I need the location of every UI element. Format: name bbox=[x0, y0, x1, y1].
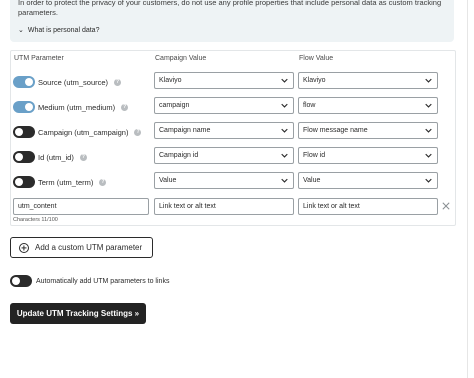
term-label: Term (utm_term) bbox=[38, 177, 94, 187]
select-value: Klaviyo bbox=[159, 77, 182, 84]
toggle-knob bbox=[15, 128, 23, 136]
utm-row-label: Id (utm_id) ? bbox=[13, 147, 87, 167]
custom-param-input[interactable]: utm_content bbox=[13, 198, 149, 215]
utm-row-medium: Medium (utm_medium) ? campaign flow bbox=[10, 97, 456, 119]
toggle-knob bbox=[15, 153, 23, 161]
chevron-down-icon bbox=[281, 78, 288, 83]
custom-campaign-input[interactable]: Link text or alt text bbox=[154, 198, 294, 215]
utm-row-label: Medium (utm_medium) ? bbox=[13, 97, 129, 117]
privacy-notice-text: In order to protect the privacy of your … bbox=[18, 0, 442, 17]
help-icon[interactable]: ? bbox=[134, 128, 142, 136]
select-value: flow bbox=[303, 102, 316, 109]
chevron-down-icon bbox=[425, 128, 432, 133]
update-utm-settings-button[interactable]: Update UTM Tracking Settings » bbox=[10, 303, 146, 324]
select-value: Klaviyo bbox=[303, 77, 326, 84]
term-flow-select[interactable]: Value bbox=[298, 172, 438, 189]
source-toggle[interactable] bbox=[13, 76, 35, 88]
chevron-down-icon: ⌄ bbox=[18, 27, 24, 34]
term-campaign-select[interactable]: Value bbox=[154, 172, 294, 189]
privacy-notice: In order to protect the privacy of your … bbox=[10, 0, 454, 42]
select-value: Value bbox=[303, 177, 321, 184]
utm-row-id: Id (utm_id) ? Campaign id Flow id bbox=[10, 147, 456, 169]
utm-row-custom: utm_content Characters 11/100 Link text … bbox=[10, 198, 456, 226]
toggle-knob bbox=[12, 277, 20, 285]
personal-data-disclosure[interactable]: ⌄ What is personal data? bbox=[18, 26, 446, 35]
auto-add-utm-label: Automatically add UTM parameters to link… bbox=[36, 277, 170, 285]
select-value: Value bbox=[159, 177, 177, 184]
term-toggle[interactable] bbox=[13, 176, 35, 188]
medium-label: Medium (utm_medium) bbox=[38, 102, 116, 112]
utm-row-term: Term (utm_term) ? Value Value bbox=[10, 172, 456, 194]
chevron-down-icon bbox=[425, 178, 432, 183]
auto-add-utm-toggle[interactable] bbox=[10, 275, 32, 287]
help-icon[interactable]: ? bbox=[79, 153, 87, 161]
utm-row-label: Campaign (utm_campaign) ? bbox=[13, 122, 142, 142]
help-icon[interactable]: ? bbox=[114, 78, 122, 86]
campaign-campaign-select[interactable]: Campaign name bbox=[154, 122, 294, 139]
toggle-knob bbox=[15, 178, 23, 186]
chevron-down-icon bbox=[281, 178, 288, 183]
chevron-down-icon bbox=[425, 153, 432, 158]
select-value: Flow message name bbox=[303, 127, 368, 134]
select-value: Campaign name bbox=[159, 127, 211, 134]
column-header-flow-value: Flow Value bbox=[299, 55, 334, 62]
toggle-knob bbox=[25, 103, 33, 111]
auto-add-utm-setting: Automatically add UTM parameters to link… bbox=[10, 275, 169, 287]
chevron-down-icon bbox=[281, 153, 288, 158]
plus-circle-icon bbox=[19, 242, 29, 253]
campaign-label: Campaign (utm_campaign) bbox=[38, 127, 129, 137]
select-value: Flow id bbox=[303, 152, 326, 159]
chevron-down-icon bbox=[425, 78, 432, 83]
id-campaign-select[interactable]: Campaign id bbox=[154, 147, 294, 164]
campaign-toggle[interactable] bbox=[13, 126, 35, 138]
divider bbox=[467, 0, 468, 378]
medium-toggle[interactable] bbox=[13, 101, 35, 113]
id-label: Id (utm_id) bbox=[38, 152, 74, 162]
utm-row-label: Source (utm_source) ? bbox=[13, 72, 122, 92]
add-custom-utm-label: Add a custom UTM parameter bbox=[35, 243, 143, 252]
personal-data-disclosure-label: What is personal data? bbox=[27, 26, 100, 34]
medium-campaign-select[interactable]: campaign bbox=[154, 97, 294, 114]
utm-row-label: Term (utm_term) ? bbox=[13, 172, 107, 192]
id-toggle[interactable] bbox=[13, 151, 35, 163]
add-custom-utm-button[interactable]: Add a custom UTM parameter bbox=[10, 237, 153, 258]
custom-flow-input[interactable]: Link text or alt text bbox=[298, 198, 438, 215]
chevron-down-icon bbox=[281, 128, 288, 133]
utm-row-source: Source (utm_source) ? Klaviyo Klaviyo bbox=[10, 72, 456, 94]
source-campaign-select[interactable]: Klaviyo bbox=[154, 72, 294, 89]
help-icon[interactable]: ? bbox=[121, 103, 129, 111]
chevron-down-icon bbox=[281, 103, 288, 108]
column-header-utm-parameter: UTM Parameter bbox=[14, 55, 64, 62]
source-label: Source (utm_source) bbox=[38, 77, 109, 87]
close-icon[interactable] bbox=[442, 202, 450, 210]
select-value: campaign bbox=[159, 102, 190, 109]
campaign-flow-select[interactable]: Flow message name bbox=[298, 122, 438, 139]
id-flow-select[interactable]: Flow id bbox=[298, 147, 438, 164]
source-flow-select[interactable]: Klaviyo bbox=[298, 72, 438, 89]
column-header-campaign-value: Campaign Value bbox=[155, 55, 207, 62]
select-value: Campaign id bbox=[159, 152, 199, 159]
chevron-down-icon bbox=[425, 103, 432, 108]
toggle-knob bbox=[25, 78, 33, 86]
help-icon[interactable]: ? bbox=[99, 178, 107, 186]
character-count: Characters 11/100 bbox=[13, 217, 58, 223]
utm-row-campaign: Campaign (utm_campaign) ? Campaign name … bbox=[10, 122, 456, 144]
medium-flow-select[interactable]: flow bbox=[298, 97, 438, 114]
